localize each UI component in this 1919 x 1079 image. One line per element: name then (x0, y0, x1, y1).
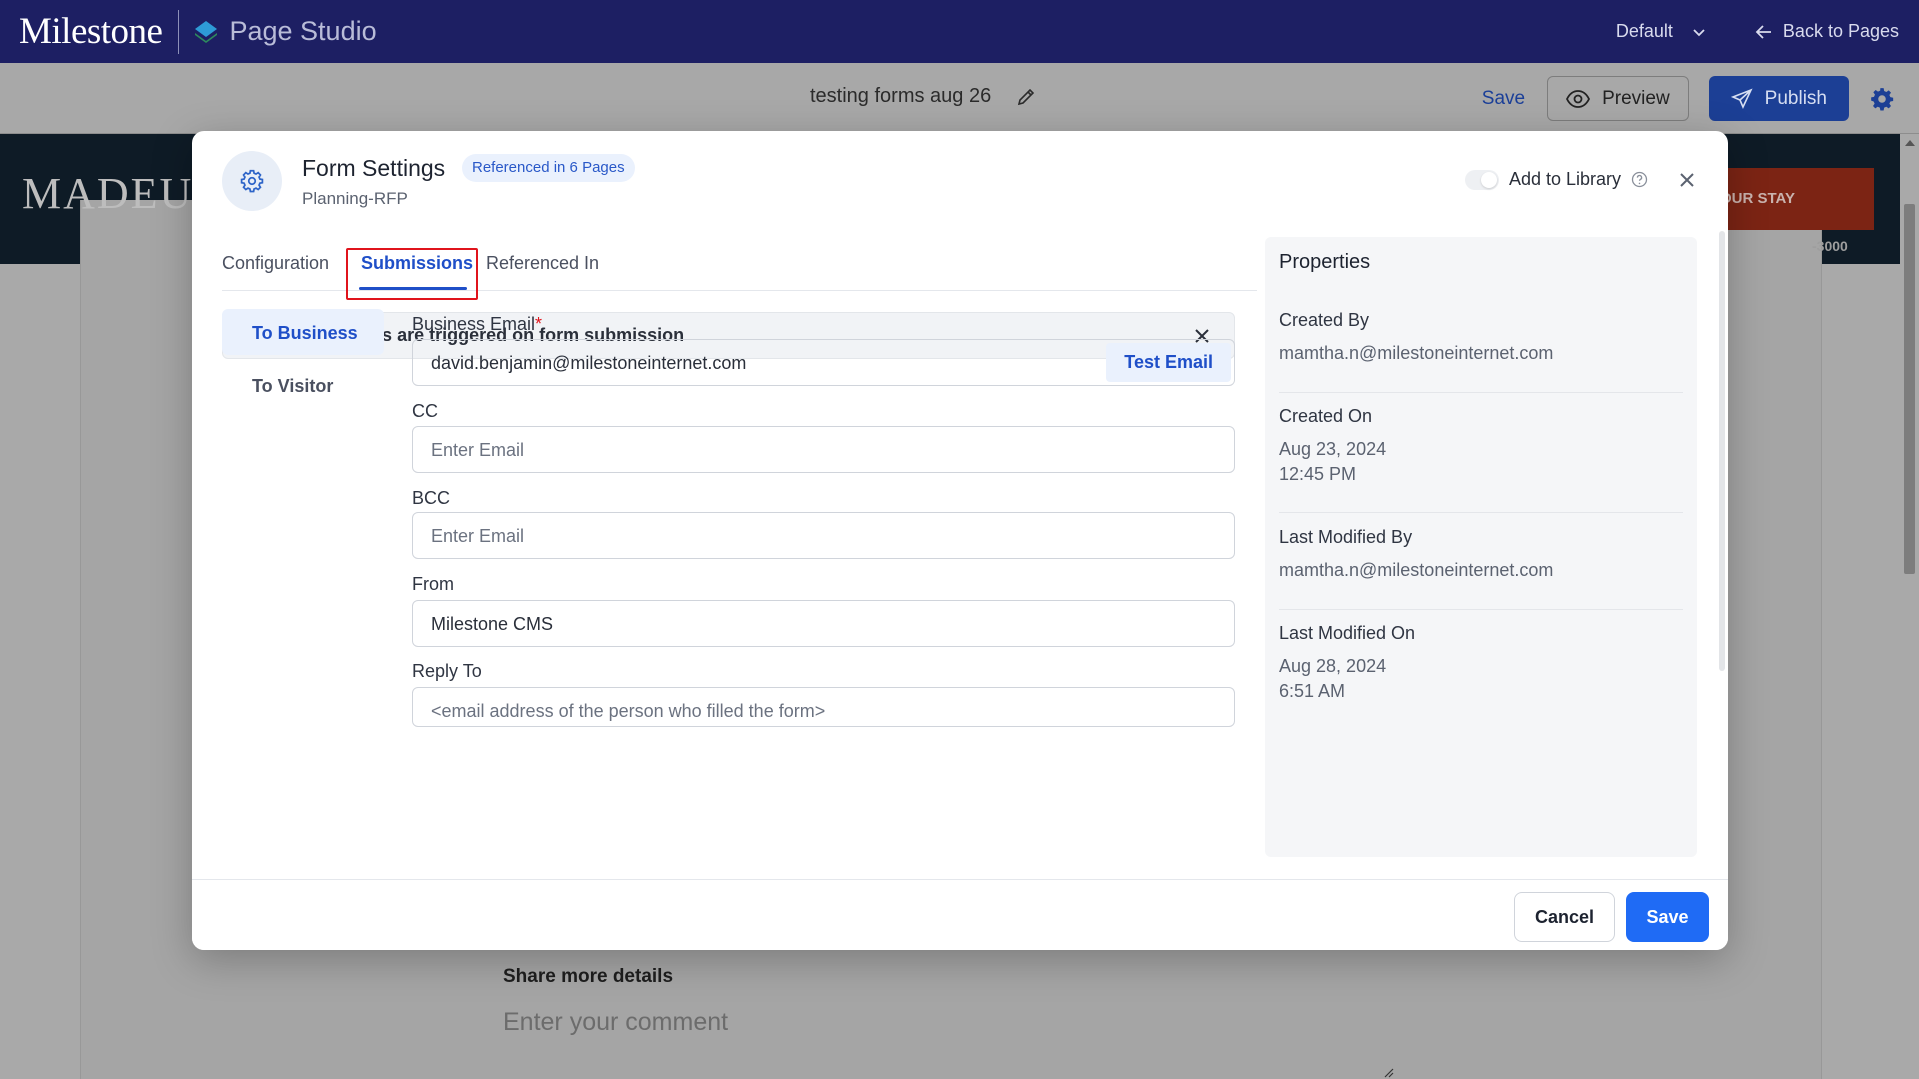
add-to-library: Add to Library (1464, 169, 1648, 190)
page-name-text: testing forms aug 26 (810, 85, 992, 107)
back-to-pages-label: Back to Pages (1782, 21, 1899, 41)
property-time: 12:45 PM (1279, 464, 1357, 484)
properties-panel: Properties Created By mamtha.n@milestone… (1265, 237, 1697, 857)
property-label: Created By (1279, 310, 1370, 330)
arrow-left-icon (1755, 24, 1771, 39)
tab-highlight-box (346, 248, 478, 300)
side-tab-to-business[interactable]: To Business (222, 309, 384, 355)
side-tab-to-visitor[interactable]: To Visitor (222, 362, 384, 408)
save-button[interactable]: Save (1626, 892, 1709, 942)
help-icon[interactable] (1631, 171, 1648, 188)
back-to-pages-link[interactable]: Back to Pages (1755, 21, 1899, 42)
property-value: Aug 23, 2024 12:45 PM (1279, 437, 1683, 487)
cc-input[interactable]: Enter Email (412, 426, 1235, 473)
background-phone: -3000 (1812, 238, 1848, 254)
tab-referenced-in[interactable]: Referenced In (486, 253, 599, 274)
add-to-library-toggle[interactable] (1464, 169, 1499, 190)
layers-icon (195, 20, 218, 43)
logo-divider (178, 9, 180, 54)
close-icon[interactable] (1676, 169, 1698, 191)
property-time: 6:51 AM (1279, 681, 1346, 701)
save-page-link[interactable]: Save (1482, 88, 1525, 110)
business-email-input[interactable]: david.benjamin@milestoneinternet.com Tes… (412, 339, 1235, 386)
product-name: Page Studio (229, 16, 377, 46)
from-input[interactable]: Milestone CMS (412, 600, 1235, 647)
reply-to-label: Reply To (412, 661, 482, 681)
business-email-value: david.benjamin@milestoneinternet.com (431, 353, 747, 373)
cc-label: CC (412, 401, 438, 421)
property-last-modified-on: Last Modified On Aug 28, 2024 6:51 AM (1279, 623, 1683, 713)
send-icon (1730, 88, 1753, 109)
property-label: Created On (1279, 406, 1373, 426)
publish-button[interactable]: Publish (1708, 76, 1849, 121)
form-name: Planning-RFP (302, 189, 408, 208)
required-mark: * (535, 314, 543, 334)
property-date: Aug 23, 2024 (1279, 439, 1387, 459)
reply-to-input[interactable]: <email address of the person who filled … (412, 687, 1235, 727)
property-created-on: Created On Aug 23, 2024 12:45 PM (1279, 406, 1683, 513)
pencil-icon[interactable] (1015, 86, 1037, 108)
property-last-modified-by: Last Modified By mamtha.n@milestoneinter… (1279, 527, 1683, 610)
modal-scrollbar[interactable] (1719, 231, 1725, 671)
eye-icon (1566, 89, 1591, 108)
property-date: Aug 28, 2024 (1279, 656, 1387, 676)
referenced-badge[interactable]: Referenced in 6 Pages (462, 154, 635, 182)
environment-select[interactable]: Default (1616, 21, 1673, 42)
property-value: Aug 28, 2024 6:51 AM (1279, 654, 1683, 704)
property-created-by: Created By mamtha.n@milestoneinternet.co… (1279, 310, 1683, 393)
test-email-button[interactable]: Test Email (1106, 343, 1231, 382)
tab-configuration[interactable]: Configuration (222, 253, 329, 274)
property-value: mamtha.n@milestoneinternet.com (1279, 343, 1554, 363)
gear-icon[interactable] (1869, 86, 1895, 112)
business-email-label: Business Email* (412, 314, 542, 335)
cancel-button[interactable]: Cancel (1514, 892, 1615, 942)
preview-label: Preview (1602, 87, 1670, 109)
property-value: mamtha.n@milestoneinternet.com (1279, 560, 1554, 580)
page-scrollbar-thumb[interactable] (1904, 204, 1915, 574)
milestone-logo[interactable]: Milestone (19, 10, 163, 53)
scroll-up-arrow-icon[interactable] (1905, 140, 1915, 146)
property-label: Last Modified By (1279, 527, 1413, 547)
preview-button[interactable]: Preview (1547, 76, 1689, 121)
bcc-input[interactable]: Enter Email (412, 512, 1235, 559)
property-label: Last Modified On (1279, 623, 1416, 643)
form-settings-modal: Form Settings Referenced in 6 Pages Plan… (192, 131, 1728, 950)
page-scrollbar[interactable] (1900, 134, 1919, 1079)
gear-icon (240, 169, 264, 193)
chevron-down-icon[interactable] (1691, 24, 1707, 40)
page-name: testing forms aug 26 (810, 85, 1037, 108)
background-logo: MADEU (22, 169, 194, 218)
textarea-resize-handle-icon (1384, 1068, 1394, 1078)
editor-toolbar: testing forms aug 26 Save Preview Publis… (0, 63, 1919, 134)
add-to-library-label: Add to Library (1508, 169, 1621, 189)
background-comment-placeholder: Enter your comment (503, 1008, 729, 1036)
publish-label: Publish (1764, 87, 1827, 109)
bcc-label: BCC (412, 488, 451, 508)
business-email-label-text: Business Email (412, 314, 536, 334)
properties-title: Properties (1279, 251, 1371, 273)
background-share-heading: Share more details (503, 966, 674, 987)
from-label: From (412, 574, 454, 594)
form-settings-icon (222, 151, 282, 211)
top-nav: Milestone Page Studio Default Back to Pa… (0, 0, 1919, 63)
modal-footer: Cancel Save (192, 879, 1728, 950)
modal-title: Form Settings (302, 155, 446, 181)
